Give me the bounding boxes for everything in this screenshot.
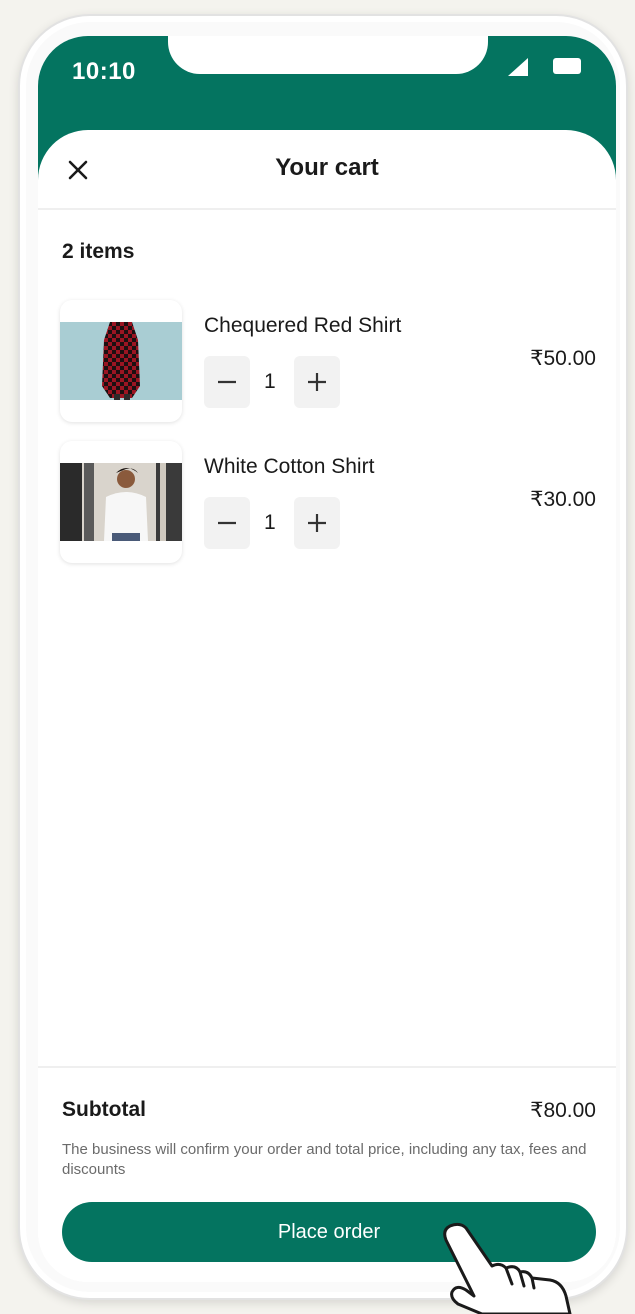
minus-icon [218, 521, 236, 525]
item-count: 2 items [62, 240, 135, 263]
cart-header: Your cart [38, 130, 616, 210]
subtotal-label: Subtotal [62, 1098, 146, 1121]
plus-icon [308, 373, 326, 391]
white-cotton-shirt-photo[interactable] [60, 441, 182, 563]
plus-icon [308, 514, 326, 532]
cart-item: White Cotton Shirt 1 ₹30.00 [60, 441, 596, 563]
battery-icon [553, 58, 581, 74]
shirt-photo-image [60, 322, 182, 400]
hand-cursor-icon [443, 1222, 572, 1314]
increase-quantity-button[interactable] [294, 497, 340, 549]
phone-screen: 10:10 Your cart 2 items Chequered Red Sh… [38, 36, 616, 1282]
notch [168, 36, 488, 74]
signal-icon [508, 58, 528, 76]
cart-item: Chequered Red Shirt 1 ₹50.00 [60, 300, 596, 422]
minus-icon [218, 380, 236, 384]
item-quantity: 1 [264, 370, 276, 393]
cart-sheet: Your cart 2 items Chequered Red Shirt 1 … [38, 130, 616, 1282]
item-price: ₹50.00 [530, 347, 596, 370]
increase-quantity-button[interactable] [294, 356, 340, 408]
item-price: ₹30.00 [530, 488, 596, 511]
order-note: The business will confirm your order and… [62, 1141, 587, 1178]
page-title: Your cart [275, 154, 379, 181]
item-name: White Cotton Shirt [204, 455, 375, 478]
status-time: 10:10 [72, 58, 136, 85]
shirt-photo-image [60, 463, 182, 541]
item-name: Chequered Red Shirt [204, 314, 402, 337]
decrease-quantity-button[interactable] [204, 356, 250, 408]
chequered-red-shirt-photo[interactable] [60, 300, 182, 422]
item-quantity: 1 [264, 511, 276, 534]
subtotal-value: ₹80.00 [530, 1099, 596, 1122]
decrease-quantity-button[interactable] [204, 497, 250, 549]
